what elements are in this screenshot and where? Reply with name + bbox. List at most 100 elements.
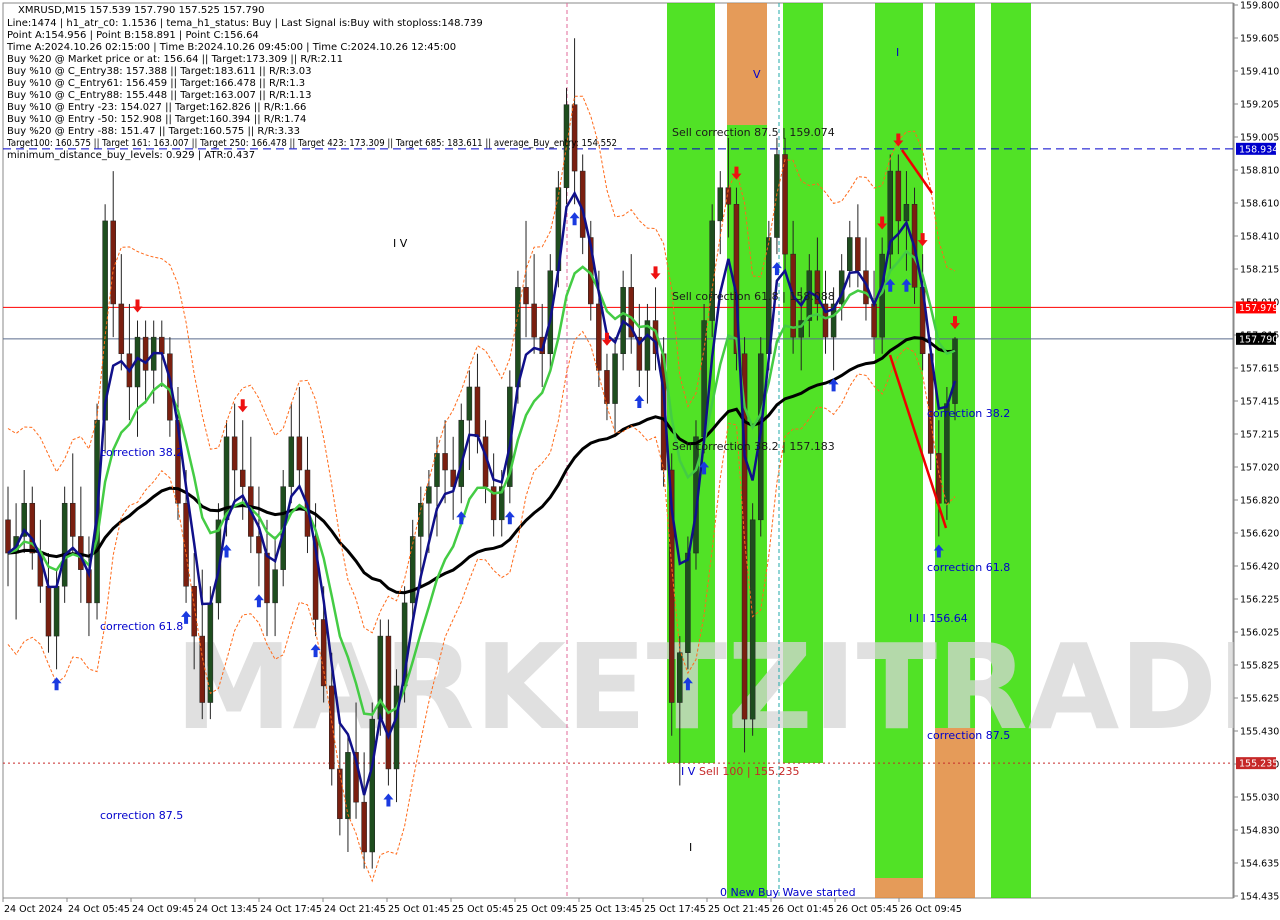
- price-tag-label: 157.790: [1239, 334, 1278, 345]
- candle-body: [159, 336, 165, 355]
- correction-label: correction 61.8: [927, 561, 1010, 574]
- y-tick-label: 154.435: [1240, 892, 1279, 903]
- candle-body: [53, 586, 60, 637]
- candle-body: [847, 237, 853, 271]
- y-tick-label: 158.810: [1240, 166, 1279, 177]
- candle-body: [531, 303, 537, 338]
- y-tick-label: 157.415: [1240, 397, 1279, 408]
- sell-correction-label: Sell correction 61.8 | 158.088: [672, 290, 835, 303]
- correction-label: correction 87.5: [100, 809, 183, 822]
- candle-body: [369, 718, 375, 853]
- y-tick-label: 156.420: [1240, 562, 1279, 573]
- candle-body: [871, 303, 877, 338]
- y-tick-label: 156.025: [1240, 628, 1279, 639]
- y-tick-label: 158.410: [1240, 232, 1279, 243]
- candle-body: [709, 220, 715, 321]
- candle-body: [426, 486, 432, 504]
- price-chart[interactable]: MARKETZITRADE XMRUSD,M15 157.539 157.790…: [0, 0, 1280, 920]
- x-tick-label: 26 Oct 09:45: [900, 904, 962, 915]
- info-line: Buy %10 @ Entry -50: 152.908 || Target:1…: [7, 114, 306, 125]
- new-wave-label: 0 New Buy Wave started: [720, 886, 856, 899]
- candle-body: [782, 154, 788, 255]
- info-line: Buy %10 @ Entry -23: 154.027 || Target:1…: [7, 102, 306, 113]
- candle-body: [45, 586, 52, 637]
- y-tick-label: 156.820: [1240, 496, 1279, 507]
- candle-body: [199, 635, 206, 703]
- candle-body: [361, 801, 367, 853]
- candle-body: [474, 386, 481, 438]
- candle-body: [596, 303, 602, 371]
- x-tick-label: 24 Oct 13:45: [196, 904, 258, 915]
- candle-body: [685, 552, 691, 653]
- x-tick-label: 24 Oct 09:45: [132, 904, 194, 915]
- x-tick-label: 24 Oct 21:45: [324, 904, 386, 915]
- y-tick-label: 159.005: [1240, 133, 1279, 144]
- info-line: Buy %10 @ C_Entry88: 155.448 || Target:1…: [7, 90, 312, 101]
- y-tick-label: 159.800: [1240, 1, 1279, 12]
- y-tick-label: 159.205: [1240, 100, 1279, 111]
- candle-body: [612, 353, 618, 404]
- sell-correction-label: Sell correction 38.2 | 157.183: [672, 440, 835, 453]
- candle-body: [264, 552, 270, 604]
- y-tick-label: 158.610: [1240, 199, 1279, 210]
- candle-body: [855, 237, 861, 271]
- y-tick-label: 156.225: [1240, 595, 1279, 606]
- info-line: Buy %20 @ Market price or at: 156.64 || …: [7, 54, 343, 65]
- x-tick-label: 25 Oct 17:45: [644, 904, 706, 915]
- candle-body: [717, 187, 724, 222]
- candle-body: [385, 635, 392, 770]
- candle-body: [118, 303, 125, 355]
- x-tick-label: 24 Oct 05:45: [68, 904, 130, 915]
- wave-label: I: [896, 46, 899, 59]
- wave-label: V: [753, 68, 761, 81]
- y-tick-label: 157.615: [1240, 364, 1279, 375]
- wave-label: I V: [393, 237, 408, 250]
- wave-c-label: I I I 156.64: [909, 612, 968, 625]
- info-line: Line:1474 | h1_atr_c0: 1.1536 | tema_h1_…: [7, 18, 483, 29]
- y-tick-label: 157.020: [1240, 463, 1279, 474]
- zone-band: [991, 3, 1031, 898]
- x-tick-label: 25 Oct 13:45: [580, 904, 642, 915]
- y-tick-label: 154.635: [1240, 859, 1279, 870]
- candle-body: [749, 519, 756, 720]
- candle-body: [231, 436, 238, 471]
- y-tick-label: 159.410: [1240, 67, 1279, 78]
- candle-body: [434, 453, 440, 487]
- candle-body: [142, 336, 149, 371]
- candle-body: [296, 436, 303, 471]
- candle-body: [442, 453, 448, 471]
- x-tick-label: 25 Oct 01:45: [388, 904, 450, 915]
- x-tick-label: 25 Oct 05:45: [452, 904, 514, 915]
- sell-correction-label: Sell correction 87.5 | 159.074: [672, 126, 835, 139]
- zone-band: [727, 3, 767, 125]
- y-tick-label: 156.620: [1240, 529, 1279, 540]
- candle-body: [377, 635, 384, 720]
- wave-label: I V: [681, 765, 696, 778]
- info-line: Buy %10 @ C_Entry38: 157.388 || Target:1…: [7, 66, 312, 77]
- info-line: Target100: 160.575 || Target 161: 163.00…: [6, 138, 617, 149]
- y-tick-label: 155.030: [1240, 793, 1279, 804]
- candle-body: [329, 685, 335, 770]
- y-tick-label: 155.825: [1240, 661, 1279, 672]
- candle-body: [337, 768, 343, 820]
- correction-label: correction 61.8: [100, 620, 183, 633]
- correction-label: correction 87.5: [927, 729, 1010, 742]
- candle-body: [409, 536, 416, 604]
- x-tick-label: 25 Oct 09:45: [516, 904, 578, 915]
- price-tag-label: 155.235: [1239, 759, 1278, 770]
- candle-body: [288, 436, 295, 487]
- candle-body: [239, 469, 246, 487]
- x-tick-label: 25 Oct 21:45: [708, 904, 770, 915]
- candle-body: [895, 170, 902, 222]
- y-tick-label: 155.625: [1240, 694, 1279, 705]
- candle-body: [393, 685, 400, 770]
- candle-body: [110, 220, 116, 305]
- candle-body: [320, 619, 327, 687]
- info-line: Point A:154.956 | Point B:158.891 | Poin…: [7, 30, 259, 41]
- candle-body: [256, 536, 262, 554]
- y-tick-label: 158.215: [1240, 265, 1279, 276]
- wave-label: I: [689, 841, 692, 854]
- y-tick-label: 154.830: [1240, 826, 1279, 837]
- info-line: minimum_distance_buy_levels: 0.929 | ATR…: [7, 150, 255, 161]
- candle-body: [61, 502, 68, 587]
